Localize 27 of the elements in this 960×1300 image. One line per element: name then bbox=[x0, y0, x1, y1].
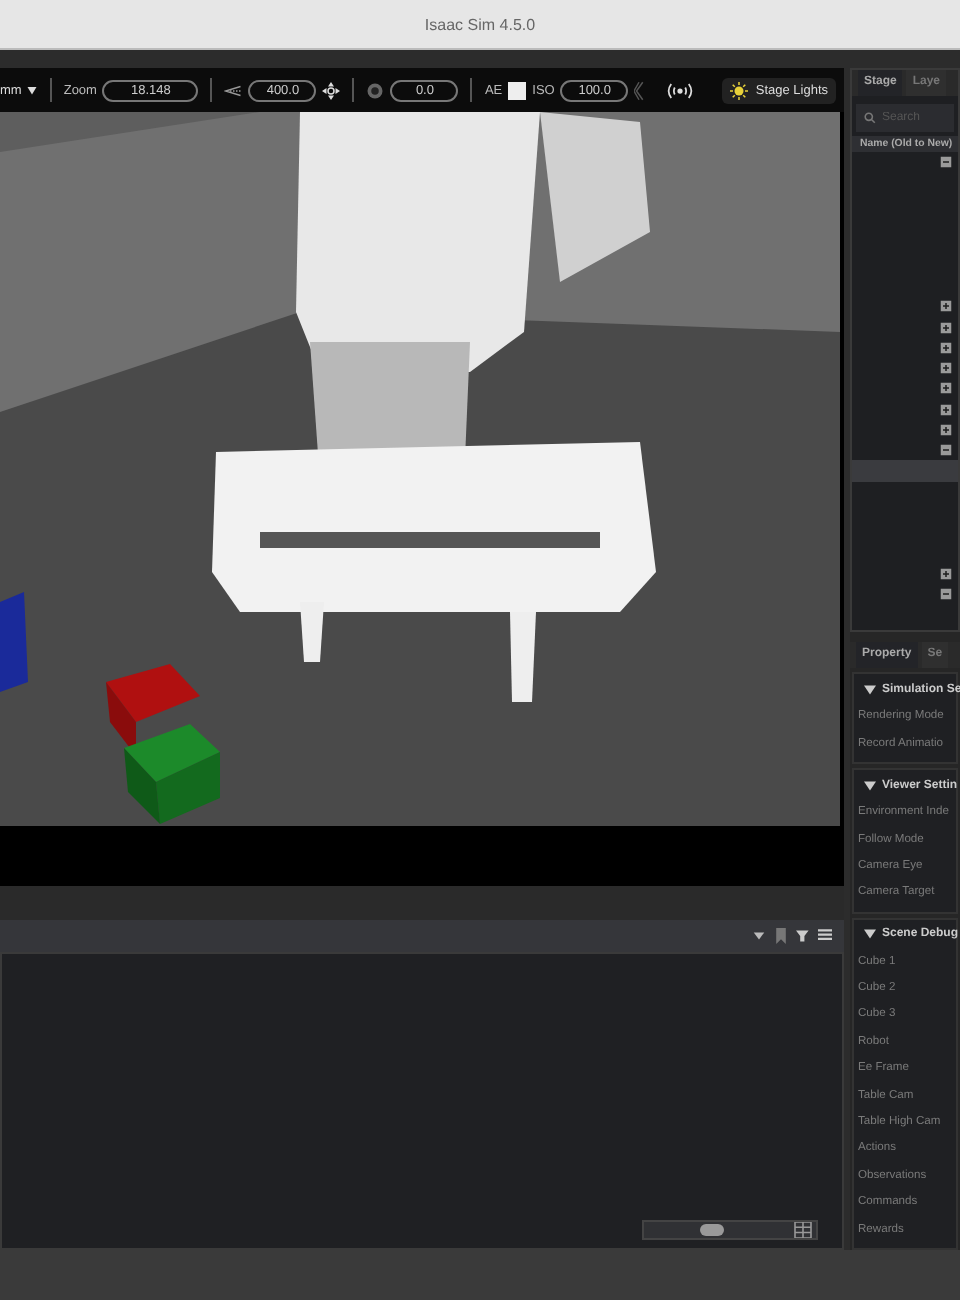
grid-icon[interactable] bbox=[794, 1222, 812, 1238]
expand-icon[interactable] bbox=[940, 568, 952, 581]
collapse-icon[interactable] bbox=[940, 156, 952, 169]
expand-icon[interactable] bbox=[940, 403, 952, 416]
clip-plane-icon bbox=[224, 81, 243, 99]
filter-icon[interactable] bbox=[796, 928, 810, 944]
collapse-icon[interactable] bbox=[940, 444, 952, 457]
scrollbar[interactable] bbox=[642, 1220, 818, 1240]
dropdown-caret-icon[interactable] bbox=[752, 928, 766, 944]
broadcast-icon[interactable] bbox=[666, 81, 695, 99]
chevron-icon[interactable] bbox=[634, 79, 645, 101]
scrollbar-thumb[interactable] bbox=[700, 1224, 724, 1236]
checkbox[interactable] bbox=[508, 81, 527, 99]
collapse-icon[interactable] bbox=[940, 588, 952, 601]
aperture-icon bbox=[366, 81, 385, 99]
expand-icon[interactable] bbox=[940, 424, 952, 436]
expand-icon[interactable] bbox=[940, 321, 952, 334]
expand-icon[interactable] bbox=[940, 341, 952, 354]
caret-icon bbox=[25, 84, 38, 96]
expand-icon[interactable] bbox=[940, 362, 952, 375]
sun-icon bbox=[729, 81, 748, 99]
menu-icon[interactable] bbox=[818, 928, 832, 944]
window-title: Isaac Sim 4.5.0 bbox=[424, 15, 536, 33]
expand-icon[interactable] bbox=[940, 382, 952, 395]
expand-icon[interactable] bbox=[940, 300, 952, 313]
bookmark-icon[interactable] bbox=[774, 928, 788, 944]
move-icon[interactable] bbox=[322, 81, 341, 99]
